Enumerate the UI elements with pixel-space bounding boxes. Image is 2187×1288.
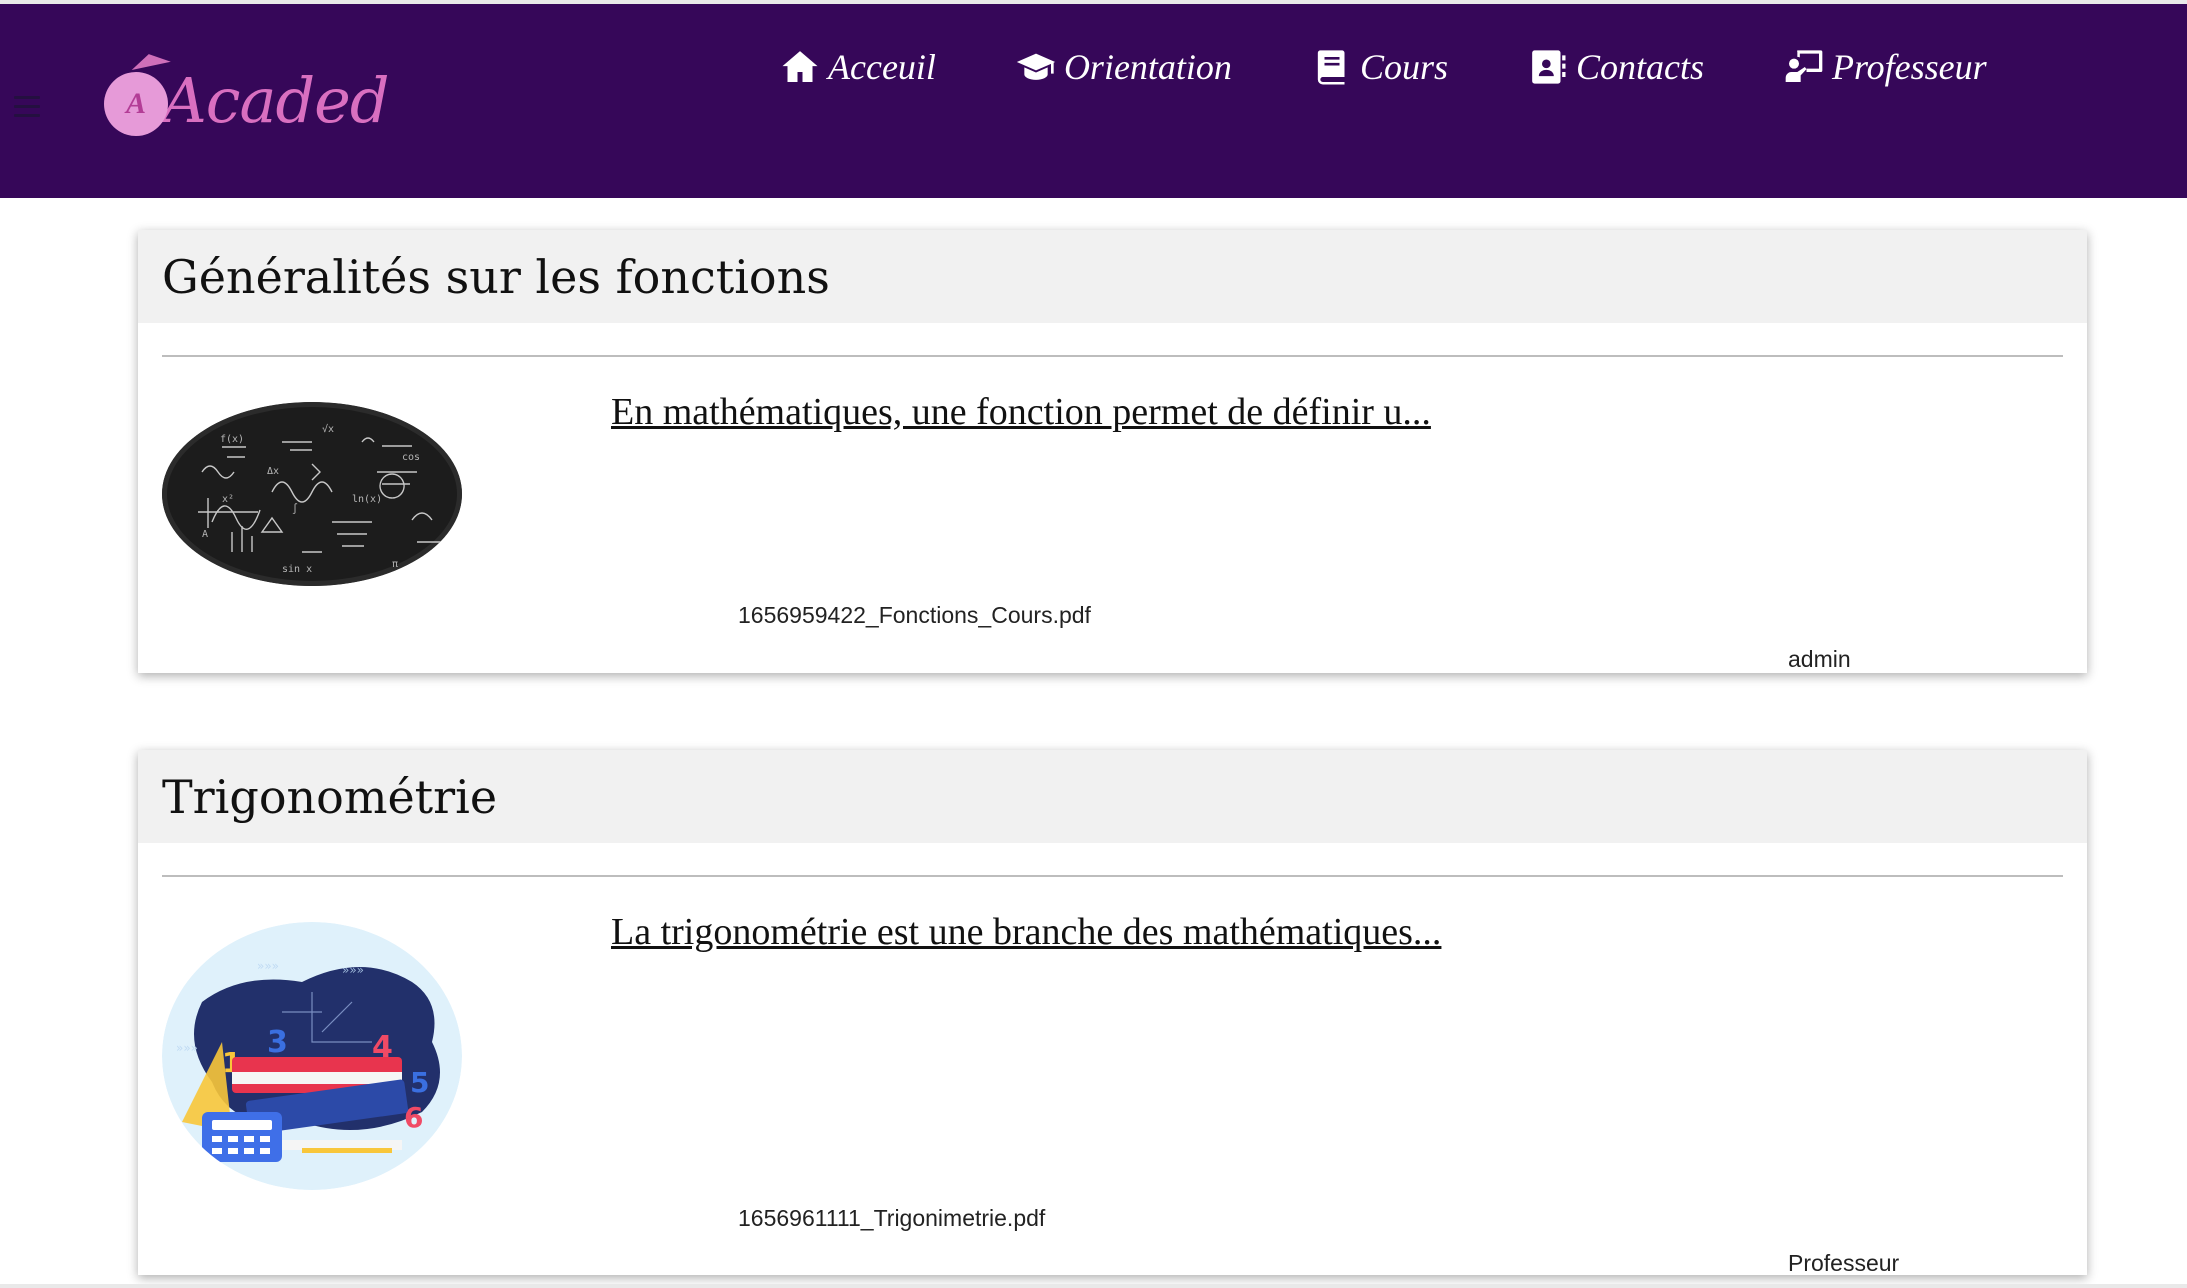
nav-label: Cours xyxy=(1359,47,1448,87)
svg-text:3: 3 xyxy=(267,1025,288,1060)
course-excerpt-link[interactable]: La trigonométrie est une branche des mat… xyxy=(611,910,1441,954)
svg-text:Δx: Δx xyxy=(267,466,279,477)
course-pdf-link[interactable]: 1656959422_Fonctions_Cours.pdf xyxy=(738,602,1091,629)
logo-text: Acaded xyxy=(162,63,390,137)
bottom-edge xyxy=(0,1284,2187,1288)
course-thumbnail-trigonometry[interactable]: »»»»»»»»» 3 4 5 6 1 xyxy=(162,922,462,1190)
nav-label: Orientation xyxy=(1063,47,1232,87)
home-icon xyxy=(782,51,818,82)
svg-text:»»»: »»» xyxy=(176,1041,198,1055)
teacher-icon xyxy=(1785,50,1823,82)
svg-text:»»»: »»» xyxy=(342,963,364,977)
menu-toggle-icon[interactable] xyxy=(14,96,40,122)
book-icon xyxy=(1317,50,1345,85)
course-title: Trigonométrie xyxy=(138,750,2087,843)
svg-text:√x: √x xyxy=(322,423,334,435)
svg-text:∫: ∫ xyxy=(292,503,298,515)
course-title: Généralités sur les fonctions xyxy=(138,230,2087,323)
course-author: Professeur xyxy=(1788,1250,1900,1276)
brand-logo[interactable]: A Acaded xyxy=(104,49,390,148)
nav-item-orientation[interactable]: Orientation xyxy=(1016,46,1232,88)
nav-item-contacts[interactable]: Contacts xyxy=(1528,46,1704,88)
logo-badge-letter: A xyxy=(125,87,146,120)
svg-text:A: A xyxy=(202,529,208,540)
svg-text:π: π xyxy=(392,559,398,570)
course-excerpt-link[interactable]: En mathématiques, une fonction permet de… xyxy=(611,390,1431,434)
navbar: A Acaded Acceuil Orientation Cours Conta… xyxy=(0,4,2187,198)
divider xyxy=(162,355,2063,357)
course-card: Généralités sur les fonctions f(x) √x co… xyxy=(138,230,2087,673)
contact-book-icon xyxy=(1532,50,1566,84)
svg-text:x²: x² xyxy=(222,494,234,505)
course-thumbnail-chalkboard[interactable]: f(x) √x cos Δx x² ln(x) ∫ π sin x A xyxy=(162,402,462,586)
divider xyxy=(162,875,2063,877)
svg-text:f(x): f(x) xyxy=(220,434,244,445)
logo-badge: A xyxy=(104,49,171,136)
nav-label: Acceuil xyxy=(828,47,936,87)
svg-text:5: 5 xyxy=(410,1066,429,1099)
course-author: admin xyxy=(1788,646,1851,672)
nav-item-professeur[interactable]: Professeur xyxy=(1784,46,1987,88)
nav-item-acceuil[interactable]: Acceuil xyxy=(780,46,936,88)
course-pdf-link[interactable]: 1656961111_Trigonimetrie.pdf xyxy=(738,1205,1045,1232)
nav-item-cours[interactable]: Cours xyxy=(1312,46,1448,88)
svg-text:cos: cos xyxy=(402,452,420,463)
course-card: Trigonométrie »»»»»»»»» 3 4 5 6 1 La tri… xyxy=(138,750,2087,1276)
nav-label: Professeur xyxy=(1831,47,1987,87)
svg-text:»»»: »»» xyxy=(257,959,279,973)
svg-text:ln(x): ln(x) xyxy=(352,494,382,505)
nav-label: Contacts xyxy=(1575,47,1704,87)
svg-text:sin x: sin x xyxy=(282,564,312,575)
graduation-cap-icon xyxy=(1016,53,1056,80)
main-nav: Acceuil Orientation Cours Contacts Profe… xyxy=(780,46,1987,88)
